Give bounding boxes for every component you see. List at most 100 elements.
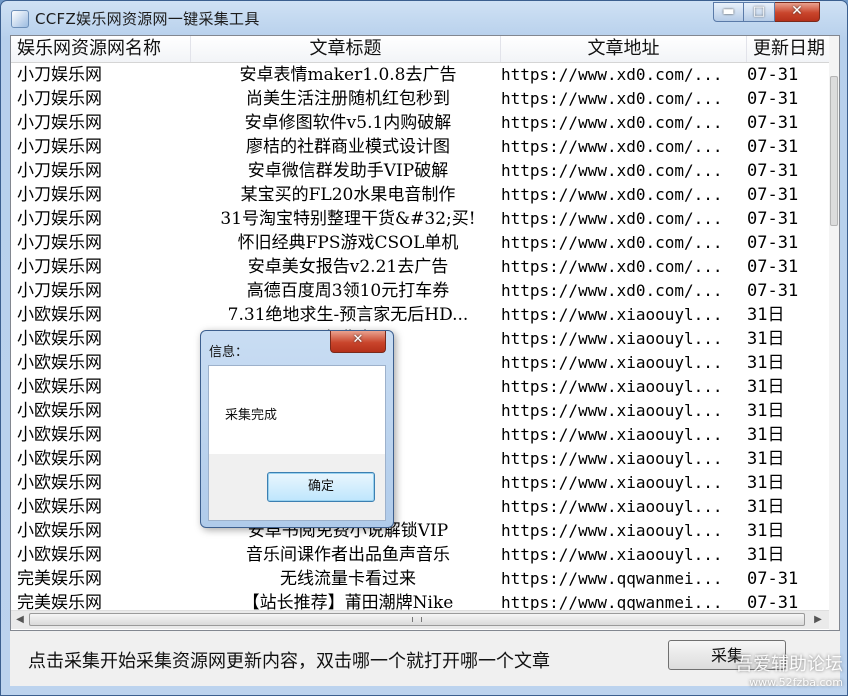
cell-site: 小刀娱乐网 <box>17 89 102 109</box>
cell-site: 小刀娱乐网 <box>17 281 102 301</box>
table-row[interactable]: 小欧娱乐网 去广告https://www.xiaoouyl...31日 <box>11 471 829 495</box>
watermark-title: 吾爱辅助论坛 <box>735 654 843 675</box>
table-row[interactable]: 小欧娱乐网 式设计图https://www.xiaoouyl...31日 <box>11 423 829 447</box>
cell-site: 小刀娱乐网 <box>17 257 102 277</box>
usage-hint: 点击采集开始采集资源网更新内容，双击哪一个就打开哪一个文章 <box>28 651 550 672</box>
main-window: CCFZ娱乐网资源网一键采集工具 ▬ □ ✕ 娱乐网资源网名称 文章标题 文章地… <box>0 0 848 696</box>
cell-title: 安卓修图软件v5.1内购破解 <box>244 113 452 133</box>
title-bar[interactable]: CCFZ娱乐网资源网一键采集工具 ▬ □ ✕ <box>1 1 847 35</box>
cell-url: https://www.xd0.com/... <box>501 137 723 156</box>
scroll-left-arrow-icon[interactable]: ◀ <box>11 611 29 629</box>
cell-url: https://www.xd0.com/... <box>501 89 723 108</box>
cell-site: 小刀娱乐网 <box>17 161 102 181</box>
scroll-right-arrow-icon[interactable]: ▶ <box>809 611 827 629</box>
cell-title: 安卓表情maker1.0.8去广告 <box>239 65 457 85</box>
table-row[interactable]: 小刀娱乐网 安卓微信群发助手VIP破解 https://www.xd0.com/..… <box>11 159 829 183</box>
cell-date: 07-31 <box>747 209 799 229</box>
cell-title: 音乐间课作者出品鱼声音乐 <box>246 545 450 565</box>
table-row[interactable]: 小刀娱乐网 怀旧经典FPS游戏CSOL单机 https://www.xd0.com/… <box>11 231 829 255</box>
cell-title: 无线流量卡看过来 <box>280 569 416 589</box>
table-row[interactable]: 小刀娱乐网 安卓美女报告v2.21去广告 https://www.xd0.com/.… <box>11 255 829 279</box>
dialog-title: 信息： <box>209 345 249 360</box>
cell-title: 廖桔的社群商业模式设计图 <box>246 137 450 157</box>
table-row[interactable]: 小刀娱乐网 某宝买的FL20水果电音制作 https://www.xd0.com/.… <box>11 183 829 207</box>
horizontal-scroll-thumb[interactable] <box>29 613 805 626</box>
table-row[interactable]: 小欧娱乐网 安卓书阅免费小说解锁VIP https://www.xiaoouyl..… <box>11 519 829 543</box>
cell-title: 高德百度周3领10元打车券 <box>246 281 450 301</box>
cell-date: 07-31 <box>747 185 799 205</box>
cell-date: 31日 <box>747 449 785 469</box>
cell-date: 07-31 <box>747 257 799 277</box>
cell-date: 31日 <box>747 377 785 397</box>
watermark: 吾爱辅助论坛 www.52fzba.com <box>735 650 843 689</box>
vertical-scrollbar[interactable] <box>829 36 839 630</box>
cell-url: https://www.xiaoouyl... <box>501 545 723 564</box>
list-rows: 小刀娱乐网 安卓表情maker1.0.8去广告 https://www.xd0.co… <box>11 63 829 615</box>
table-row[interactable]: 小欧娱乐网 音乐间课作者出品鱼声音乐 https://www.xiaoouyl...… <box>11 543 829 567</box>
cell-url: https://www.xd0.com/... <box>501 161 723 180</box>
client-area: 娱乐网资源网名称 文章标题 文章地址 更新日期 小刀娱乐网 安卓表情maker1.… <box>10 35 840 686</box>
table-row[interactable]: 小刀娱乐网 31号淘宝特别整理干货&#32;买! https://www.xd0.c… <box>11 207 829 231</box>
close-button[interactable]: ✕ <box>775 2 820 22</box>
cell-title: 7.31绝地求生-预言家无后HD... <box>227 305 469 325</box>
cell-url: https://www.xiaoouyl... <box>501 521 723 540</box>
cell-site: 小欧娱乐网 <box>17 449 102 469</box>
dialog-message: 采集完成 <box>225 408 278 423</box>
cell-url: https://www.xd0.com/... <box>501 257 723 276</box>
cell-date: 31日 <box>747 425 785 445</box>
column-header-url[interactable]: 文章地址 <box>501 36 747 62</box>
table-row[interactable]: 小刀娱乐网 高德百度周3领10元打车券 https://www.xd0.com/..… <box>11 279 829 303</box>
horizontal-scrollbar[interactable]: ◀ ▶ <box>11 610 829 629</box>
table-row[interactable]: 小欧娱乐网 fv1.0.9https://www.xiaoouyl...31日 <box>11 495 829 519</box>
table-row[interactable]: 小欧娱乐网 7.31绝地求生-预言家无后HD... https://www.xiao… <box>11 303 829 327</box>
cell-date: 31日 <box>747 545 785 565</box>
cell-date: 31日 <box>747 305 785 325</box>
vertical-scroll-thumb[interactable] <box>830 76 838 226</box>
dialog-ok-button[interactable]: 确定 <box>267 472 375 502</box>
cell-date: 07-31 <box>747 113 799 133</box>
column-header-date[interactable]: 更新日期 <box>747 36 839 62</box>
cell-site: 小欧娱乐网 <box>17 377 102 397</box>
cell-url: https://www.xiaoouyl... <box>501 377 723 396</box>
cell-title: 某宝买的FL20水果电音制作 <box>240 185 456 205</box>
maximize-button[interactable]: □ <box>744 2 775 22</box>
column-header-site[interactable]: 娱乐网资源网名称 <box>11 36 191 62</box>
table-row[interactable]: 小刀娱乐网 安卓表情maker1.0.8去广告 https://www.xd0.co… <box>11 63 829 87</box>
close-icon: ✕ <box>352 332 364 347</box>
table-row[interactable]: 小欧娱乐网 音制作https://www.xiaoouyl...31日 <box>11 399 829 423</box>
table-row[interactable]: 小欧娱乐网 IP破解https://www.xiaoouyl...31日 <box>11 375 829 399</box>
table-row[interactable]: 小刀娱乐网 安卓修图软件v5.1内购破解 https://www.xd0.com/.… <box>11 111 829 135</box>
minimize-button[interactable]: ▬ <box>713 2 744 22</box>
cell-site: 小欧娱乐网 <box>17 545 102 565</box>
cell-site: 小欧娱乐网 <box>17 521 102 541</box>
cell-title: 安卓微信群发助手VIP破解 <box>247 161 449 181</box>
column-header-title[interactable]: 文章标题 <box>191 36 501 62</box>
cell-title: 怀旧经典FPS游戏CSOL单机 <box>237 233 459 253</box>
app-icon <box>11 10 29 28</box>
maximize-icon: □ <box>752 4 766 19</box>
cell-url: https://www.xd0.com/... <box>501 65 723 84</box>
cell-site: 小欧娱乐网 <box>17 329 102 349</box>
cell-date: 07-31 <box>747 65 799 85</box>
table-row[interactable]: 完美娱乐网 无线流量卡看过来 https://www.qqwanmei... 07-3… <box>11 567 829 591</box>
cell-url: https://www.xd0.com/... <box>501 281 723 300</box>
article-list[interactable]: 娱乐网资源网名称 文章标题 文章地址 更新日期 小刀娱乐网 安卓表情maker1.… <box>10 35 840 631</box>
cell-site: 小刀娱乐网 <box>17 137 102 157</box>
table-row[interactable]: 小欧娱乐网 OL单机https://www.xiaoouyl...31日 <box>11 447 829 471</box>
cell-site: 小欧娱乐网 <box>17 305 102 325</box>
cell-date: 31日 <box>747 473 785 493</box>
cell-url: https://www.xiaoouyl... <box>501 329 723 348</box>
dialog-close-button[interactable]: ✕ <box>330 331 386 353</box>
cell-site: 小欧娱乐网 <box>17 353 102 373</box>
table-row[interactable]: 小刀娱乐网 廖桔的社群商业模式设计图 https://www.xd0.com/...… <box>11 135 829 159</box>
cell-site: 小欧娱乐网 <box>17 401 102 421</box>
cell-title: 31号淘宝特别整理干货&#32;买! <box>220 209 476 229</box>
cell-site: 小欧娱乐网 <box>17 473 102 493</box>
cell-date: 31日 <box>747 353 785 373</box>
window-title: CCFZ娱乐网资源网一键采集工具 <box>35 10 260 28</box>
table-row[interactable]: 小刀娱乐网 尚美生活注册随机红包秒到 https://www.xd0.com/...… <box>11 87 829 111</box>
table-row[interactable]: 小欧娱乐网 新破解版https://www.xiaoouyl...31日 <box>11 351 829 375</box>
cell-title: 尚美生活注册随机红包秒到 <box>246 89 450 109</box>
cell-date: 31日 <box>747 401 785 421</box>
table-row[interactable]: 小欧娱乐网 免费爽https://www.xiaoouyl...31日 <box>11 327 829 351</box>
